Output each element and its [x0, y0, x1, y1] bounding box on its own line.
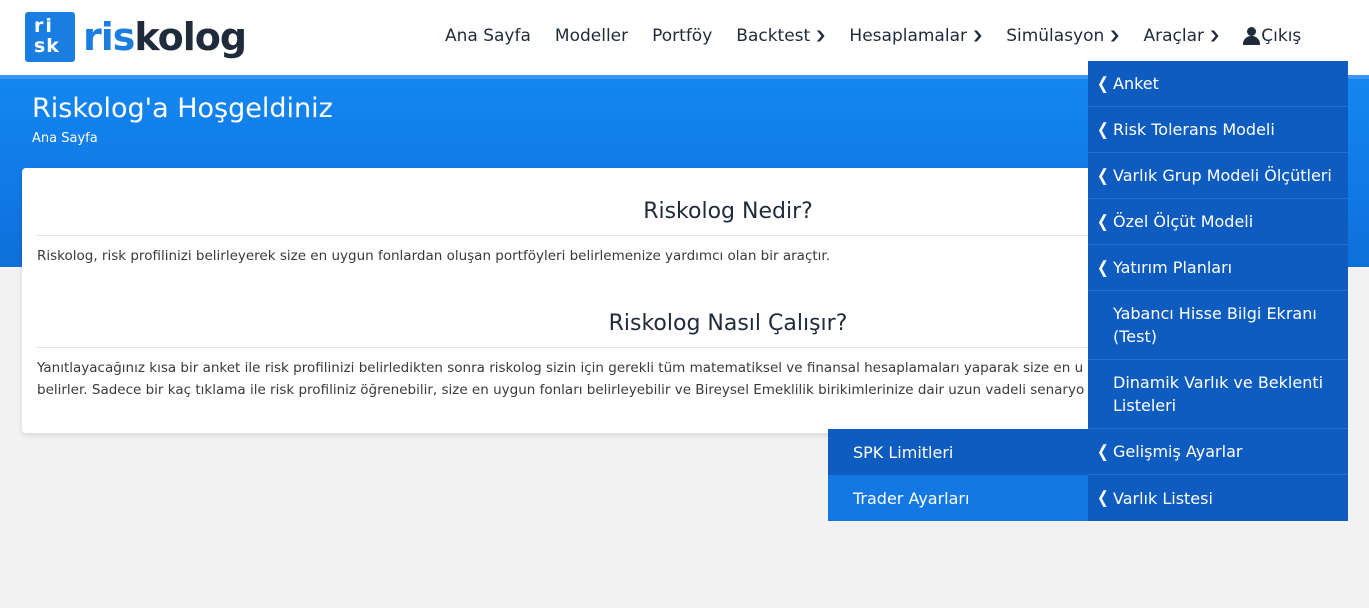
nav-modeller[interactable]: Modeller: [543, 20, 640, 52]
menu-item-label: Varlık Grup Modeli Ölçütleri: [1113, 166, 1332, 185]
logo-mark-top: ri: [34, 15, 54, 37]
chevron-down-icon: ❯: [814, 29, 827, 42]
nav-portfoy[interactable]: Portföy: [640, 20, 724, 52]
chevron-down-icon: ❯: [971, 29, 984, 42]
nav-label: Backtest: [736, 26, 811, 46]
chevron-left-icon: ❮: [1097, 211, 1109, 232]
chevron-down-icon: ❯: [1108, 29, 1121, 42]
menu-item-label: Yabancı Hisse Bilgi Ekranı (Test): [1113, 304, 1317, 346]
chevron-left-icon: ❮: [1097, 441, 1109, 462]
logo-mark: ri sk: [25, 12, 75, 62]
nav-label: Portföy: [652, 26, 713, 46]
nav-label: Ana Sayfa: [445, 26, 531, 46]
nav-label: Çıkış: [1261, 26, 1302, 46]
menu-item-varlik-grup-modeli-olcutleri[interactable]: ❮ Varlık Grup Modeli Ölçütleri: [1088, 153, 1348, 199]
menu-item-risk-tolerans-modeli[interactable]: ❮ Risk Tolerans Modeli: [1088, 107, 1348, 153]
menu-item-varlik-listesi[interactable]: ❮ Varlık Listesi: [1088, 475, 1348, 521]
nav-backtest[interactable]: Backtest ❯: [724, 20, 837, 52]
menu-item-anket[interactable]: ❮ Anket: [1088, 61, 1348, 107]
main-nav: Ana Sayfa Modeller Portföy Backtest ❯ Hes…: [433, 20, 1313, 52]
divider: [36, 347, 1222, 348]
menu-item-label: Yatırım Planları: [1113, 258, 1233, 277]
nav-hesaplamalar[interactable]: Hesaplamalar ❯: [837, 20, 994, 52]
nav-label: Hesaplamalar: [849, 26, 967, 46]
divider: [36, 235, 1222, 236]
nav-simulasyon[interactable]: Simülasyon ❯: [994, 20, 1131, 52]
section-text-what: Riskolog, risk profilinizi belirleyerek …: [37, 248, 831, 264]
chevron-left-icon: ❮: [1097, 119, 1109, 140]
chevron-left-icon: ❮: [1097, 165, 1109, 186]
nav-logout[interactable]: Çıkış: [1231, 20, 1313, 52]
menu-item-ozel-olcut-modeli[interactable]: ❮ Özel Ölçüt Modeli: [1088, 199, 1348, 245]
section-text-how-line2: belirler. Sadece bir kaç tıklama ile ris…: [37, 382, 1085, 398]
logo-mark-bottom: sk: [34, 35, 60, 57]
breadcrumb[interactable]: Ana Sayfa: [32, 131, 98, 146]
nav-ana-sayfa[interactable]: Ana Sayfa: [433, 20, 543, 52]
nav-label: Simülasyon: [1006, 26, 1105, 46]
user-icon: [1243, 27, 1261, 45]
content-card: Riskolog Nedir? Riskolog, risk profilini…: [22, 168, 1222, 433]
submenu-item-trader-ayarlari[interactable]: Trader Ayarları: [828, 475, 1088, 521]
section-title-how: Riskolog Nasıl Çalışır?: [608, 311, 848, 336]
menu-item-label: Risk Tolerans Modeli: [1113, 120, 1275, 139]
nav-label: Modeller: [554, 26, 629, 46]
logo-wordmark: riskolog: [83, 12, 247, 62]
chevron-left-icon: ❮: [1097, 257, 1109, 278]
section-text-how-line1: Yanıtlayacağınız kısa bir anket ile risk…: [37, 360, 1084, 376]
araclar-dropdown-menu: ❮ Anket ❮ Risk Tolerans Modeli ❮ Varlık Gru…: [1088, 61, 1348, 521]
logo-wordmark-part2: kolog: [134, 15, 247, 59]
menu-item-yatirim-planlari[interactable]: ❮ Yatırım Planları: [1088, 245, 1348, 291]
menu-item-gelismis-ayarlar[interactable]: ❮ Gelişmiş Ayarlar: [1088, 429, 1348, 475]
menu-item-dinamik-varlik-listeleri[interactable]: Dinamik Varlık ve Beklenti Listeleri: [1088, 360, 1348, 429]
chevron-down-icon: ❯: [1208, 29, 1221, 42]
menu-item-label: Dinamik Varlık ve Beklenti Listeleri: [1113, 373, 1324, 415]
chevron-left-icon: ❮: [1097, 488, 1109, 508]
riskolog-logo[interactable]: ri sk riskolog: [25, 12, 247, 62]
gelismis-ayarlar-submenu: SPK Limitleri Trader Ayarları: [828, 429, 1088, 521]
menu-item-label: Varlık Listesi: [1113, 488, 1213, 508]
logo-wordmark-part1: ris: [83, 15, 135, 59]
page-title: Riskolog'a Hoşgeldiniz: [32, 93, 333, 124]
submenu-item-spk-limitleri[interactable]: SPK Limitleri: [828, 429, 1088, 475]
nav-label: Araçlar: [1143, 26, 1205, 46]
menu-item-label: Gelişmiş Ayarlar: [1113, 442, 1243, 461]
menu-item-yabanci-hisse-bilgi-ekrani[interactable]: Yabancı Hisse Bilgi Ekranı (Test): [1088, 291, 1348, 360]
submenu-item-label: Trader Ayarları: [853, 488, 970, 508]
nav-araclar[interactable]: Araçlar ❯: [1132, 20, 1232, 52]
section-title-what: Riskolog Nedir?: [643, 199, 813, 224]
menu-item-label: Özel Ölçüt Modeli: [1113, 212, 1254, 231]
menu-item-label: Anket: [1113, 74, 1159, 93]
chevron-left-icon: ❮: [1097, 73, 1109, 94]
submenu-item-label: SPK Limitleri: [853, 442, 954, 462]
